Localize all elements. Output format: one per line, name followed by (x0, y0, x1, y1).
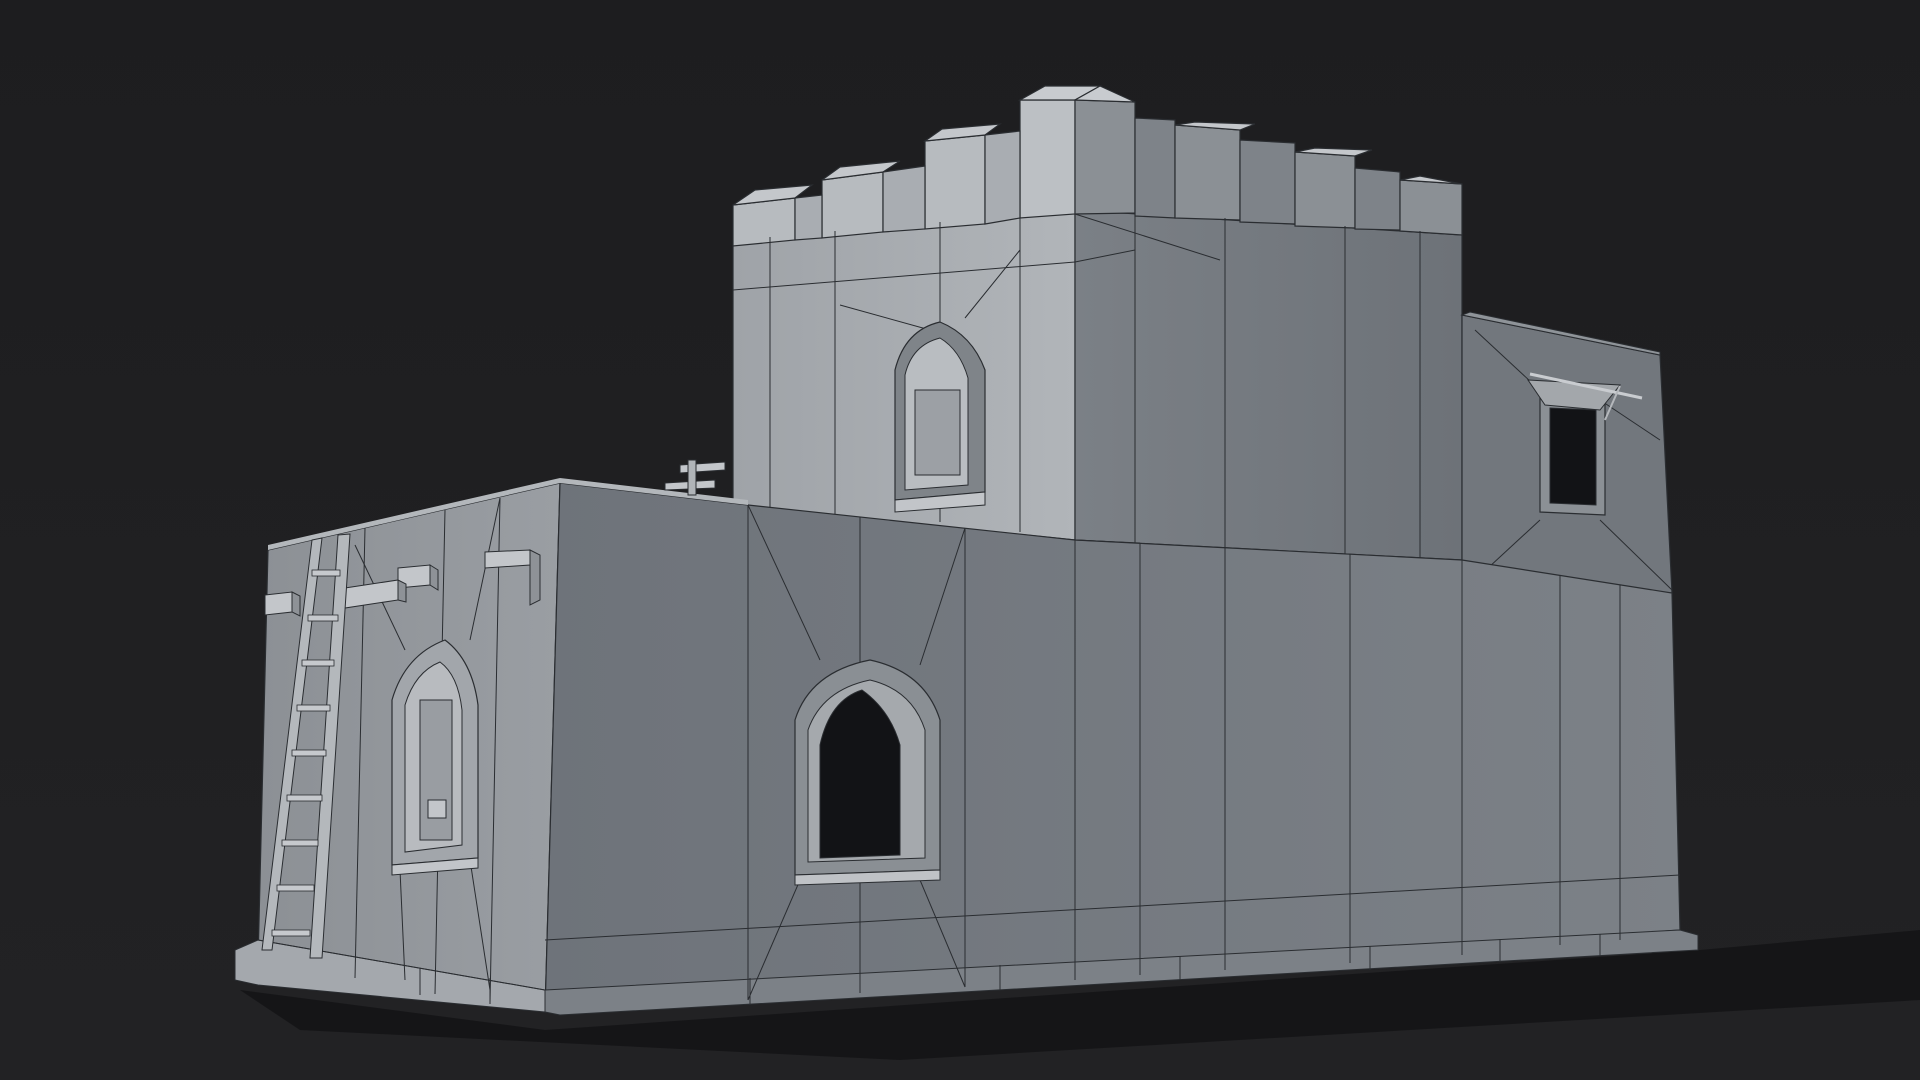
window-icon (794, 659, 941, 886)
window-icon (391, 639, 479, 876)
window-icon (894, 321, 986, 513)
castle-render (0, 0, 1920, 1080)
render-viewport (0, 0, 1920, 1080)
tower-front-face (1074, 209, 1463, 561)
